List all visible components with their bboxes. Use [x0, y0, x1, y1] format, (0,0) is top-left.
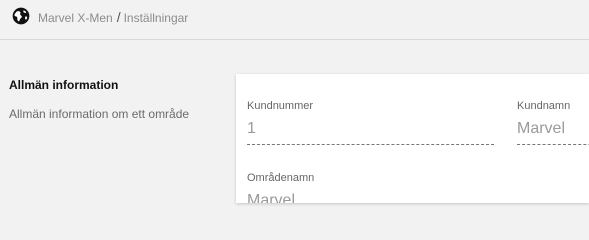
customer-name-input[interactable]: Marvel	[517, 120, 589, 145]
customer-name-label: Kundnamn	[517, 100, 571, 112]
area-name-input[interactable]: Marvel	[247, 192, 494, 203]
customer-name-field[interactable]: Kundnamn Marvel	[517, 100, 589, 145]
customer-number-input[interactable]: 1	[247, 120, 494, 145]
breadcrumb-root-link[interactable]: Marvel X-Men	[38, 11, 113, 25]
section-description: Allmän information om ett område	[9, 107, 190, 121]
top-header: Marvel X-Men / Inställningar	[0, 0, 589, 40]
breadcrumb-current: Inställningar	[123, 11, 189, 25]
general-info-card: Kundnummer 1 Kundnamn Marvel Områdenamn …	[236, 74, 589, 203]
breadcrumb-separator: /	[116, 9, 121, 25]
section-title: Allmän information	[9, 78, 119, 92]
customer-number-label: Kundnummer	[247, 100, 314, 112]
area-name-label: Områdenamn	[247, 172, 315, 184]
customer-number-field[interactable]: Kundnummer 1	[247, 100, 494, 145]
globe-icon	[12, 7, 30, 25]
area-name-field[interactable]: Områdenamn Marvel	[247, 172, 494, 203]
breadcrumb: Marvel X-Men / Inställningar	[38, 9, 188, 25]
